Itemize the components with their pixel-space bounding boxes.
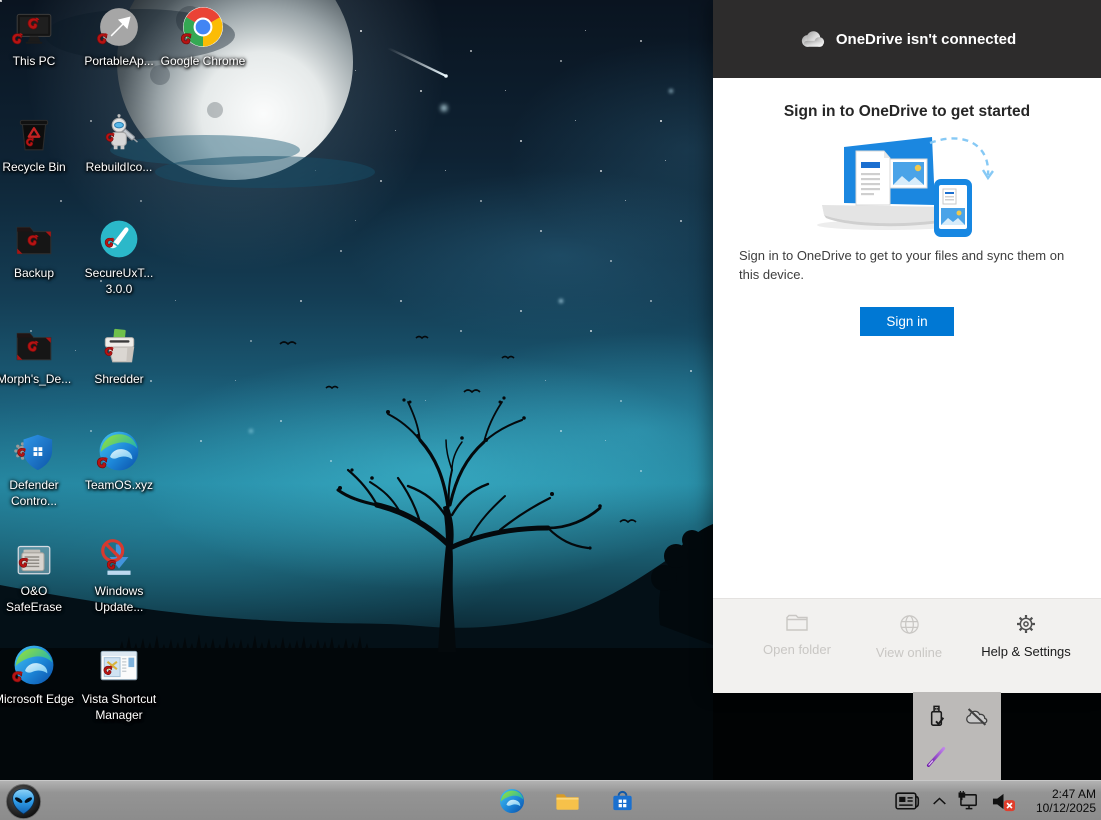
portableapps-icon (98, 6, 140, 48)
taskbar-store-button[interactable] (609, 788, 636, 815)
onedrive-header: OneDrive isn't connected (713, 0, 1101, 78)
taskbar-file-explorer-button[interactable] (554, 788, 581, 815)
edge-icon (499, 788, 525, 814)
desktop-icon-oo-safeerase[interactable]: O&O SafeErase (0, 536, 78, 615)
taskbar-clock[interactable]: 2:47 AM 10/12/2025 (1024, 787, 1096, 815)
desktop-icon-label: Backup (13, 266, 55, 280)
desktop-icon-portableapps[interactable]: PortableAp... (75, 6, 163, 70)
sync-devices-illustration (782, 131, 1032, 241)
help-settings-label: Help & Settings (981, 644, 1071, 659)
desktop-icon-label: SecureUxT... 3.0.0 (84, 266, 154, 296)
ethernet-network-icon (957, 791, 982, 812)
onedrive-not-signed-in-icon[interactable] (961, 700, 993, 732)
desktop-icon-rebuildico[interactable]: RebuildIco... (75, 112, 163, 176)
view-online-button: View online (859, 613, 959, 660)
desktop-icon-label: O&O SafeErase (5, 584, 63, 614)
desktop-icon-backup[interactable]: Backup (0, 218, 78, 282)
dragon-overlay-icon (9, 31, 28, 50)
desktop-icon-shredder[interactable]: Shredder (75, 324, 163, 388)
desktop-icon-microsoft-edge[interactable]: Microsoft Edge (0, 644, 78, 708)
start-button[interactable] (2, 782, 44, 820)
usb-safely-remove-icon[interactable] (920, 700, 952, 732)
safeerase-machine-icon (13, 536, 55, 578)
screen: This PC PortableAp... Google Chrome Recy… (0, 0, 1101, 820)
desktop-icon-this-pc[interactable]: This PC (0, 6, 78, 70)
desktop-icon-label: Morph's_De... (0, 372, 72, 386)
desktop-icon-label: Microsoft Edge (0, 692, 75, 706)
file-explorer-icon (554, 788, 581, 815)
volume-button[interactable] (989, 788, 1017, 815)
microsoft-store-icon (609, 788, 636, 815)
onedrive-footer: Open folder View online Help & Settings (713, 598, 1101, 693)
pinned-apps (499, 781, 636, 820)
tray-overflow-popup (913, 692, 1001, 780)
desktop-icon-teamos[interactable]: TeamOS.xyz (75, 430, 163, 494)
onedrive-heading: Sign in to OneDrive to get started (783, 103, 1031, 120)
onedrive-description: Sign in to OneDrive to get to your files… (739, 248, 1065, 282)
onedrive-cloud-icon (798, 29, 827, 49)
help-settings-button[interactable]: Help & Settings (965, 613, 1087, 659)
desktop-icon-windows-update[interactable]: Windows Update... (75, 536, 163, 615)
rebuild-icons-robot-icon (98, 112, 140, 154)
system-tray: 2:47 AM 10/12/2025 (892, 781, 1101, 820)
taskbar: 2:47 AM 10/12/2025 (0, 780, 1101, 820)
folder-outline-icon (785, 613, 809, 633)
volume-muted-icon (990, 790, 1017, 813)
edge-icon (98, 430, 140, 472)
shooting-star (387, 47, 447, 77)
dragon-overlay-icon (178, 31, 197, 50)
desktop-icon-label: Vista Shortcut Manager (81, 692, 157, 722)
clock-date: 10/12/2025 (1035, 801, 1096, 815)
dark-folder-icon (13, 324, 55, 366)
gear-icon (1015, 613, 1037, 635)
recycle-bin-icon (13, 112, 55, 154)
onedrive-flyout-panel: OneDrive isn't connected Sign in to OneD… (713, 0, 1101, 693)
desktop-icon-label: Defender Contro... (9, 478, 59, 508)
alienware-start-icon (5, 783, 42, 820)
this-pc-icon (13, 6, 55, 48)
dark-folder-icon (13, 218, 55, 260)
desktop-icon-label: RebuildIco... (85, 160, 153, 174)
dragon-overlay-icon (94, 31, 113, 50)
windows-update-blocked-icon (98, 536, 140, 578)
network-button[interactable] (956, 788, 982, 815)
chrome-icon (182, 6, 224, 48)
desktop-icon-morphs-de[interactable]: Morph's_De... (0, 324, 78, 388)
desktop-icon-secureux[interactable]: SecureUxT... 3.0.0 (75, 218, 163, 297)
desktop-icon-label: TeamOS.xyz (84, 478, 153, 492)
desktop-icon-google-chrome[interactable]: Google Chrome (159, 6, 247, 70)
dragon-overlay-icon (94, 455, 113, 474)
sign-in-button[interactable]: Sign in (860, 306, 954, 336)
open-folder-button: Open folder (745, 613, 849, 657)
desktop-icon-label: Recycle Bin (2, 160, 66, 174)
hidden-icons-chevron-icon (932, 796, 947, 806)
birds (279, 335, 681, 550)
hidden-icons-button[interactable] (929, 788, 949, 815)
secureux-theme-icon (98, 218, 140, 260)
desktop-icon-defender-control[interactable]: Defender Contro... (0, 430, 78, 509)
pen-icon[interactable] (920, 740, 952, 772)
open-folder-label: Open folder (763, 642, 831, 657)
edge-icon (13, 644, 55, 686)
clock-time: 2:47 AM (1051, 787, 1096, 801)
shredder-icon (98, 324, 140, 366)
desktop-icon-vista-shortcut-manager[interactable]: Vista Shortcut Manager (75, 644, 163, 723)
shortcut-manager-window-icon (98, 644, 140, 686)
news-icon (894, 790, 921, 813)
taskbar-edge-button[interactable] (499, 788, 526, 815)
desktop-icon-label: This PC (12, 54, 56, 68)
dragon-overlay-icon (9, 669, 28, 688)
globe-icon (898, 613, 921, 636)
defender-shield-icon (13, 430, 55, 472)
onedrive-header-title: OneDrive isn't connected (835, 30, 1017, 48)
desktop-icon-recycle-bin[interactable]: Recycle Bin (0, 112, 78, 176)
desktop-icon-label: Google Chrome (160, 54, 246, 68)
desktop-icon-label: Shredder (94, 372, 144, 386)
view-online-label: View online (875, 645, 943, 660)
desktop-icon-label: PortableAp... (84, 54, 154, 68)
news-button[interactable] (892, 788, 922, 815)
desktop-icon-label: Windows Update... (94, 584, 144, 614)
tree-silhouette (336, 396, 602, 652)
